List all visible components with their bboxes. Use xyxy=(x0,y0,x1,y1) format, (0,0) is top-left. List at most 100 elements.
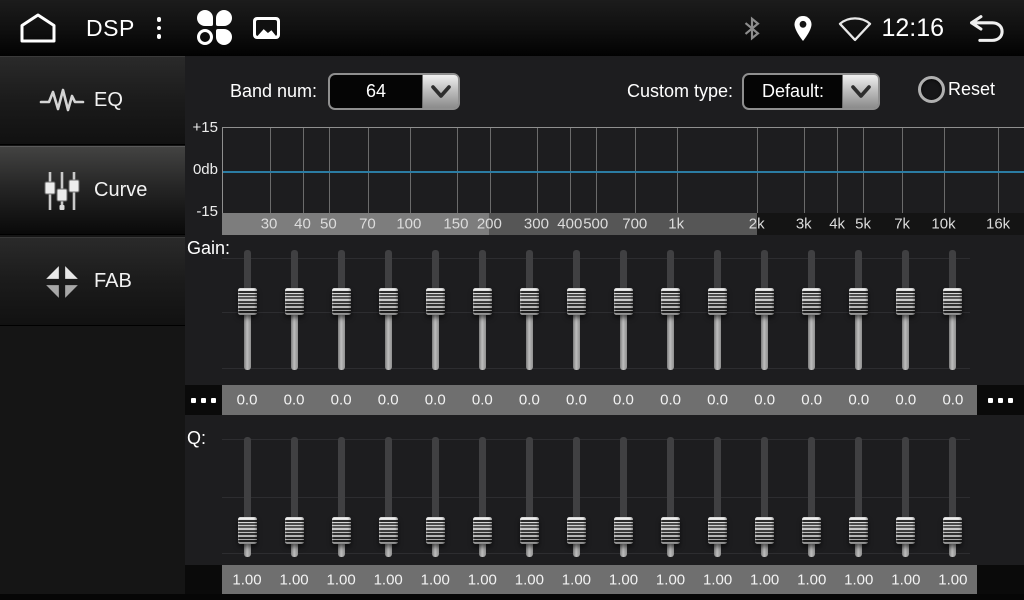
slider-knob[interactable] xyxy=(849,288,868,315)
slider-knob[interactable] xyxy=(426,288,445,315)
slider-knob[interactable] xyxy=(896,288,915,315)
gain-slider[interactable] xyxy=(329,250,353,370)
freq-tick-label: 3k xyxy=(796,216,812,233)
q-slider[interactable] xyxy=(706,437,730,557)
q-slider[interactable] xyxy=(611,437,635,557)
slider-knob[interactable] xyxy=(802,288,821,315)
home-icon[interactable] xyxy=(16,11,60,45)
q-value: 1.00 xyxy=(844,572,873,589)
apps-icon[interactable] xyxy=(197,10,233,46)
slider-knob[interactable] xyxy=(285,288,304,315)
clock: 12:16 xyxy=(881,14,944,43)
bluetooth-icon xyxy=(739,15,765,42)
freq-tick-label: 700 xyxy=(622,216,647,233)
gain-slider[interactable] xyxy=(235,250,259,370)
q-value: 1.00 xyxy=(562,572,591,589)
slider-knob[interactable] xyxy=(567,288,586,315)
gain-more-left-button[interactable] xyxy=(185,385,222,415)
sidebar-item-label: EQ xyxy=(94,89,123,112)
slider-knob[interactable] xyxy=(473,288,492,315)
custom-type-label: Custom type: xyxy=(627,81,733,102)
slider-knob[interactable] xyxy=(849,517,868,544)
freq-tick-label: 150 xyxy=(443,216,468,233)
gallery-icon[interactable] xyxy=(253,17,280,39)
gain-slider[interactable] xyxy=(611,250,635,370)
gain-more-right-button[interactable] xyxy=(977,385,1024,415)
freq-tick-label: 30 xyxy=(261,216,278,233)
slider-knob[interactable] xyxy=(285,517,304,544)
q-slider[interactable] xyxy=(753,437,777,557)
slider-knob[interactable] xyxy=(379,517,398,544)
slider-knob[interactable] xyxy=(238,288,257,315)
slider-knob[interactable] xyxy=(473,517,492,544)
slider-knob[interactable] xyxy=(896,517,915,544)
gain-slider[interactable] xyxy=(753,250,777,370)
freq-tick-label: 2k xyxy=(749,216,765,233)
slider-knob[interactable] xyxy=(379,288,398,315)
q-slider[interactable] xyxy=(423,437,447,557)
slider-knob[interactable] xyxy=(426,517,445,544)
slider-knob[interactable] xyxy=(332,288,351,315)
gain-value: 0.0 xyxy=(895,392,916,409)
chevron-down-icon[interactable] xyxy=(422,75,458,108)
gain-slider[interactable] xyxy=(941,250,965,370)
slider-knob[interactable] xyxy=(520,288,539,315)
slider-knob[interactable] xyxy=(943,517,962,544)
slider-knob[interactable] xyxy=(708,288,727,315)
slider-knob[interactable] xyxy=(755,517,774,544)
q-more-right-button[interactable] xyxy=(977,565,1024,595)
q-slider[interactable] xyxy=(847,437,871,557)
q-slider[interactable] xyxy=(800,437,824,557)
freq-axis[interactable]: 304050701001502003004005007001k2k3k4k5k7… xyxy=(222,213,1024,235)
overflow-menu-icon[interactable] xyxy=(157,17,162,39)
q-slider[interactable] xyxy=(941,437,965,557)
q-slider[interactable] xyxy=(894,437,918,557)
chevron-down-icon[interactable] xyxy=(842,75,878,108)
freq-tick-label: 70 xyxy=(359,216,376,233)
gain-slider[interactable] xyxy=(800,250,824,370)
gain-slider[interactable] xyxy=(847,250,871,370)
y-tick-label: +15 xyxy=(184,119,218,136)
q-slider[interactable] xyxy=(470,437,494,557)
gain-value: 0.0 xyxy=(801,392,822,409)
slider-knob[interactable] xyxy=(755,288,774,315)
slider-knob[interactable] xyxy=(614,288,633,315)
gain-slider[interactable] xyxy=(564,250,588,370)
slider-knob[interactable] xyxy=(520,517,539,544)
location-icon xyxy=(791,14,815,43)
q-slider[interactable] xyxy=(329,437,353,557)
sidebar-item-curve[interactable]: Curve xyxy=(0,146,185,235)
q-slider[interactable] xyxy=(376,437,400,557)
sidebar-item-fab[interactable]: FAB xyxy=(0,237,185,326)
q-slider[interactable] xyxy=(659,437,683,557)
slider-knob[interactable] xyxy=(802,517,821,544)
back-icon[interactable] xyxy=(960,13,1008,44)
gain-slider[interactable] xyxy=(470,250,494,370)
band-num-dropdown[interactable]: 64 xyxy=(328,73,460,110)
q-slider[interactable] xyxy=(235,437,259,557)
q-more-left-button[interactable] xyxy=(185,565,222,595)
slider-knob[interactable] xyxy=(238,517,257,544)
q-value: 1.00 xyxy=(279,572,308,589)
gain-slider[interactable] xyxy=(376,250,400,370)
slider-knob[interactable] xyxy=(943,288,962,315)
q-slider[interactable] xyxy=(282,437,306,557)
gain-slider[interactable] xyxy=(706,250,730,370)
gain-slider[interactable] xyxy=(282,250,306,370)
gain-slider[interactable] xyxy=(517,250,541,370)
reset-radio[interactable] xyxy=(918,76,945,103)
gain-slider[interactable] xyxy=(894,250,918,370)
slider-knob[interactable] xyxy=(332,517,351,544)
gain-slider[interactable] xyxy=(659,250,683,370)
gain-slider[interactable] xyxy=(423,250,447,370)
slider-knob[interactable] xyxy=(708,517,727,544)
slider-knob[interactable] xyxy=(614,517,633,544)
q-slider[interactable] xyxy=(564,437,588,557)
slider-knob[interactable] xyxy=(661,517,680,544)
q-slider[interactable] xyxy=(517,437,541,557)
sidebar-item-eq[interactable]: EQ xyxy=(0,56,185,145)
custom-type-dropdown[interactable]: Default: xyxy=(742,73,880,110)
q-value: 1.00 xyxy=(797,572,826,589)
slider-knob[interactable] xyxy=(567,517,586,544)
slider-knob[interactable] xyxy=(661,288,680,315)
